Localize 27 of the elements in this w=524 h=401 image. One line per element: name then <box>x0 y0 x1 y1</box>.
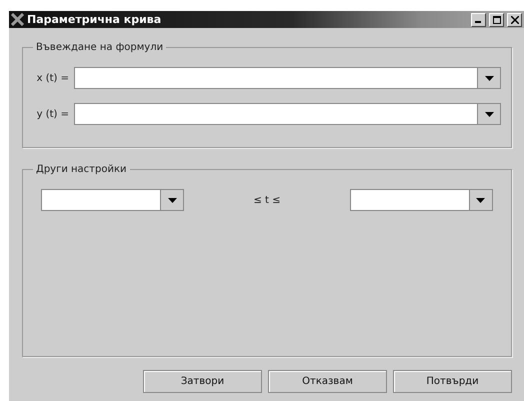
minimize-button[interactable] <box>471 12 486 26</box>
formula-label: y (t) = <box>36 108 69 120</box>
dialog-button[interactable]: Отказвам <box>268 370 387 393</box>
caret-icon <box>168 198 176 202</box>
cross-icon <box>11 13 24 26</box>
dialog-button[interactable]: Затвори <box>143 370 262 393</box>
dropdown-button[interactable] <box>160 190 183 210</box>
combo-field[interactable] <box>74 103 501 125</box>
formula-label: x (t) = <box>36 72 69 84</box>
range-label: ≤ t ≤ <box>253 194 281 206</box>
close-icon <box>510 16 518 24</box>
dropdown-button[interactable] <box>477 104 500 124</box>
group-title: Въвеждане на формули <box>35 42 164 53</box>
close-button[interactable] <box>507 12 522 26</box>
combo-field[interactable] <box>74 67 501 89</box>
caret-icon <box>484 112 494 116</box>
combo-field[interactable] <box>350 189 493 211</box>
window-title: Параметрична крива <box>27 13 162 26</box>
caret-icon <box>484 76 494 80</box>
dropdown-button[interactable] <box>468 190 492 210</box>
maximize-button[interactable] <box>489 12 504 26</box>
dialog-button[interactable]: Потвърди <box>393 370 512 393</box>
group-title: Други настройки <box>35 164 128 175</box>
combo-field[interactable] <box>41 189 184 211</box>
dropdown-button[interactable] <box>477 68 500 88</box>
caret-icon <box>476 198 486 202</box>
maximize-icon <box>492 16 500 24</box>
